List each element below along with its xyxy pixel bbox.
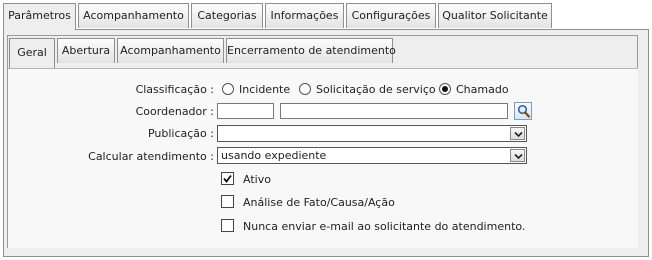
tab-qualitor-solicitante[interactable]: Qualitor Solicitante	[438, 3, 552, 28]
tab-encerramento[interactable]: Encerramento de atendimento	[226, 38, 396, 63]
coordenador-search-button[interactable]	[514, 102, 532, 120]
tab-informacoes[interactable]: Informações	[265, 3, 344, 28]
ativo-checkbox[interactable]	[221, 172, 234, 185]
calcular-label: Calcular atendimento :	[88, 150, 214, 163]
search-icon	[517, 104, 530, 118]
radio-solicitacao[interactable]	[299, 83, 311, 95]
chevron-down-icon	[514, 153, 523, 160]
chevron-down-icon	[514, 131, 523, 138]
coordenador-name-input[interactable]	[280, 103, 508, 119]
coordenador-label: Coordenador :	[135, 105, 214, 118]
publicacao-label: Publicação :	[147, 127, 214, 140]
tab-configuracoes[interactable]: Configurações	[346, 3, 436, 28]
tab-parametros[interactable]: Parâmetros	[3, 3, 76, 30]
tab-geral[interactable]: Geral	[9, 38, 55, 68]
tab-acompanhamento[interactable]: Acompanhamento	[78, 3, 189, 28]
ativo-label: Ativo	[243, 173, 271, 186]
classificacao-label: Classificação :	[135, 83, 214, 96]
radio-chamado-label: Chamado	[456, 83, 509, 96]
publicacao-select[interactable]	[217, 125, 527, 142]
calcular-dropdown-button[interactable]	[510, 149, 525, 162]
tab-acompanhamento-inner[interactable]: Acompanhamento	[117, 38, 224, 63]
nunca-enviar-checkbox[interactable]	[221, 219, 234, 232]
radio-solicitacao-label: Solicitação de serviço	[316, 83, 436, 96]
coordenador-code-input[interactable]	[217, 103, 274, 119]
radio-incidente[interactable]	[222, 83, 234, 95]
radio-incidente-label: Incidente	[239, 83, 291, 96]
calcular-select[interactable]: usando expediente	[217, 147, 527, 164]
publicacao-dropdown-button[interactable]	[510, 127, 525, 140]
analise-label: Análise de Fato/Causa/Ação	[243, 196, 395, 209]
radio-chamado[interactable]	[439, 83, 451, 95]
checkmark-icon	[223, 174, 232, 183]
tab-categorias[interactable]: Categorias	[191, 3, 263, 28]
analise-checkbox[interactable]	[221, 195, 234, 208]
tab-abertura[interactable]: Abertura	[57, 38, 115, 63]
nunca-enviar-label: Nunca enviar e-mail ao solicitante do at…	[243, 220, 526, 233]
calcular-value: usando expediente	[221, 149, 327, 162]
